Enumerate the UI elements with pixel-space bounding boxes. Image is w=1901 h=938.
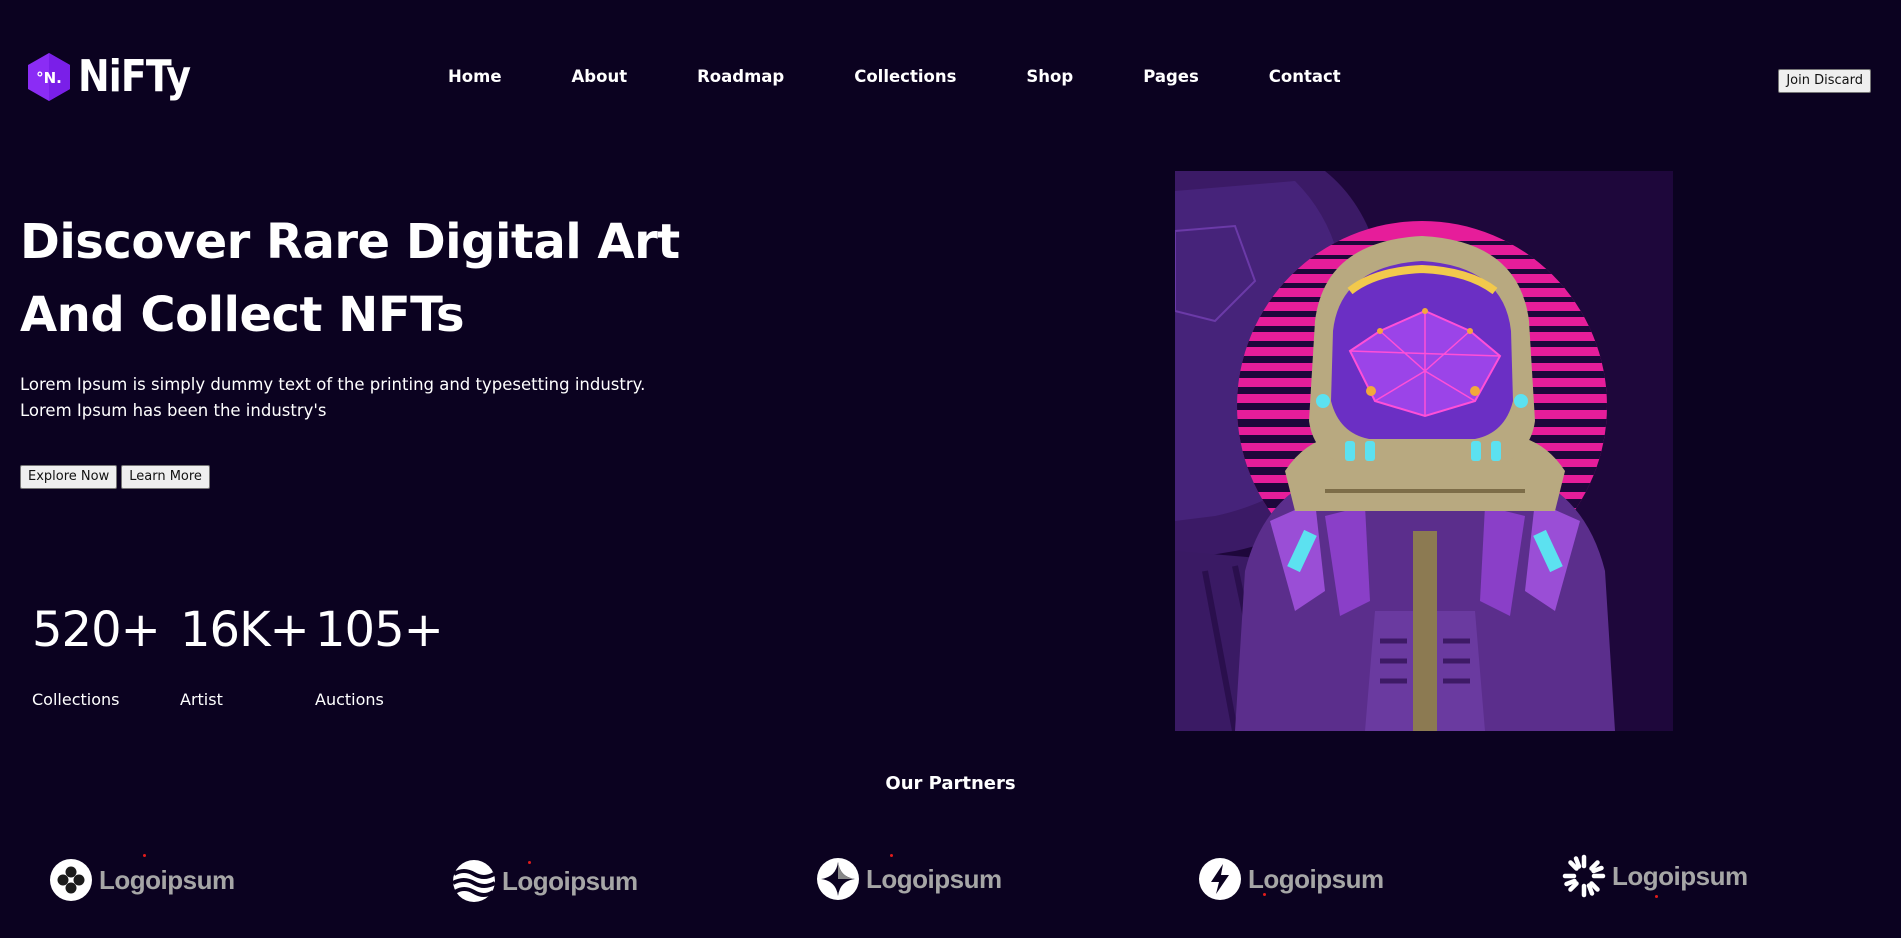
astronaut-nft-artwork <box>1175 171 1673 731</box>
nav-collections[interactable]: Collections <box>854 68 956 86</box>
nav-contact[interactable]: Contact <box>1269 68 1341 86</box>
join-discord-button[interactable]: Join Discard <box>1778 69 1871 93</box>
sparkle-icon <box>817 858 859 900</box>
nav-pages[interactable]: Pages <box>1143 68 1199 86</box>
clover-icon <box>50 859 92 901</box>
bolt-icon <box>1199 858 1241 900</box>
hero-desc-line2: Lorem Ipsum has been the industry's <box>20 401 327 420</box>
stat-auctions: 105+ Auctions <box>315 602 444 708</box>
stat-value: 520+ <box>32 602 161 658</box>
partner-name: Logoipsum <box>502 866 638 896</box>
stat-artist: 16K+ Artist <box>180 602 310 708</box>
partner-name: Logoipsum <box>99 865 235 895</box>
nav-about[interactable]: About <box>572 68 628 86</box>
partner-logo-4[interactable]: Logoipsum <box>1198 857 1384 901</box>
learn-more-button[interactable]: Learn More <box>121 465 210 489</box>
hero-title-line1: Discover Rare Digital Art <box>20 214 680 270</box>
red-dot <box>143 854 146 857</box>
sunburst-icon <box>1562 854 1606 898</box>
stat-label: Auctions <box>315 690 384 709</box>
partner-logo-1[interactable]: Logoipsum <box>49 858 235 902</box>
partners-title: Our Partners <box>885 773 1016 794</box>
nav-roadmap[interactable]: Roadmap <box>697 68 784 86</box>
hero-description: Lorem Ipsum is simply dummy text of the … <box>20 372 660 424</box>
brand-name: NiFTy <box>78 51 191 102</box>
nav-home[interactable]: Home <box>448 68 502 86</box>
partner-name: Logoipsum <box>1612 861 1748 891</box>
partner-name: Logoipsum <box>1248 864 1384 894</box>
red-dot <box>528 861 531 864</box>
nav-shop[interactable]: Shop <box>1026 68 1073 86</box>
hexagon-logo-icon: °N. <box>28 53 70 101</box>
stat-label: Collections <box>32 690 120 709</box>
stat-collections: 520+ Collections <box>32 602 161 708</box>
red-dot <box>1263 893 1266 896</box>
red-dot <box>1655 895 1658 898</box>
main-nav: Home About Roadmap Collections Shop Page… <box>448 68 1341 86</box>
explore-now-button[interactable]: Explore Now <box>20 465 118 489</box>
waves-icon <box>452 860 496 902</box>
partner-name: Logoipsum <box>866 864 1002 894</box>
hero-title: Discover Rare Digital Art And Collect NF… <box>20 206 720 352</box>
stat-value: 105+ <box>315 602 444 658</box>
hero-title-line2: And Collect NFTs <box>20 287 465 343</box>
logo-mark-text: °N. <box>36 69 62 87</box>
landing-page: °N. NiFTy Home About Roadmap Collections… <box>0 0 1901 938</box>
hero-buttons: Explore Now Learn More <box>20 465 210 489</box>
red-dot <box>890 854 893 857</box>
partner-logo-2[interactable]: Logoipsum <box>452 859 638 903</box>
partner-logo-5[interactable]: Logoipsum <box>1562 854 1748 898</box>
stat-label: Artist <box>180 690 223 709</box>
partner-logo-3[interactable]: Logoipsum <box>816 857 1002 901</box>
hero-desc-line1: Lorem Ipsum is simply dummy text of the … <box>20 375 646 394</box>
stat-value: 16K+ <box>180 602 310 658</box>
brand-logo[interactable]: °N. NiFTy <box>26 52 208 102</box>
